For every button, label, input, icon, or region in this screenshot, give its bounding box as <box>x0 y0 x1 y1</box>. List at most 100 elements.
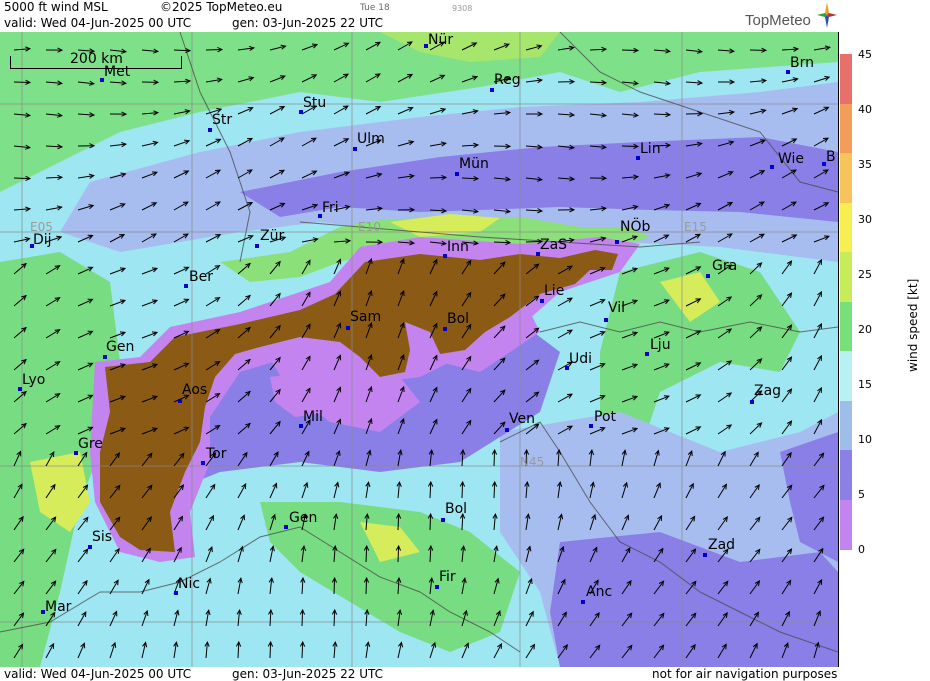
city-marker <box>770 165 774 169</box>
map-footer: valid: Wed 04-Jun-2025 00 UTC gen: 03-Ju… <box>0 667 930 681</box>
compass-rose-icon <box>817 2 837 28</box>
wind-arrow <box>493 481 496 499</box>
legend-title: wind speed [kt] <box>906 278 920 372</box>
city-label-lju[interactable]: Lju <box>650 337 671 353</box>
city-marker <box>88 545 92 549</box>
wind-arrow <box>205 484 216 499</box>
wind-arrow <box>77 580 88 595</box>
city-marker <box>435 585 439 589</box>
city-label-brn[interactable]: Brn <box>790 55 814 71</box>
wind-map[interactable]: 200 km E05 E10 E15 N45 Nür Met Reg Brn S… <box>0 32 839 667</box>
wind-arrow <box>461 481 464 499</box>
city-marker <box>604 318 608 322</box>
wind-arrow <box>493 449 496 467</box>
city-label-b[interactable]: B <box>826 149 836 165</box>
city-label-str[interactable]: Str <box>212 112 232 128</box>
city-label-dij[interactable]: Dij <box>33 232 52 248</box>
wind-arrow <box>269 641 272 659</box>
wind-arrow <box>333 105 349 115</box>
legend-color-bar <box>840 54 852 550</box>
city-label-mil[interactable]: Mil <box>303 409 323 425</box>
city-label-pot[interactable]: Pot <box>594 409 616 425</box>
wind-arrow <box>493 241 511 244</box>
city-label-lin[interactable]: Lin <box>640 141 661 157</box>
wind-arrow <box>333 577 336 595</box>
wind-arrow <box>269 106 285 115</box>
city-marker <box>645 352 649 356</box>
footer-valid-time: valid: Wed 04-Jun-2025 00 UTC <box>4 667 192 681</box>
wind-arrow <box>717 392 732 403</box>
footer-generated-time: gen: 03-Jun-2025 22 UTC <box>232 667 384 681</box>
city-label-fir[interactable]: Fir <box>439 569 456 585</box>
city-marker <box>255 244 259 248</box>
city-marker <box>706 274 710 278</box>
city-label-nur[interactable]: Nür <box>428 32 453 48</box>
city-label-gre[interactable]: Gre <box>78 436 103 452</box>
city-label-tor[interactable]: Tor <box>206 446 227 462</box>
city-marker <box>284 525 288 529</box>
city-label-met[interactable]: Met <box>104 64 130 80</box>
wind-arrow <box>557 393 573 403</box>
copyright-text: ©2025 TopMeteo.eu <box>160 0 283 14</box>
city-marker <box>346 326 350 330</box>
wind-arrow <box>397 513 400 531</box>
wind-arrow <box>429 481 432 499</box>
city-label-ber[interactable]: Ber <box>189 269 213 285</box>
city-label-lie[interactable]: Lie <box>544 283 564 299</box>
city-label-aos[interactable]: Aos <box>182 382 207 398</box>
city-label-nob[interactable]: NÖb <box>620 219 650 235</box>
city-marker <box>184 284 188 288</box>
city-label-zas[interactable]: ZaS <box>540 237 567 253</box>
city-label-gra[interactable]: Gra <box>712 258 737 274</box>
city-label-zur[interactable]: Zür <box>260 228 284 244</box>
city-label-vil[interactable]: Vil <box>608 300 625 316</box>
city-label-sis[interactable]: Sis <box>92 529 112 545</box>
wind-arrow <box>397 545 400 563</box>
city-label-bol-south[interactable]: Bol <box>445 501 467 517</box>
wind-arrow <box>781 388 792 403</box>
city-label-udi[interactable]: Udi <box>569 351 592 367</box>
wind-arrow <box>237 641 240 659</box>
legend-tick-label: 35 <box>858 158 872 171</box>
city-marker <box>208 128 212 132</box>
city-marker <box>490 88 494 92</box>
legend-tick-label: 10 <box>858 433 872 446</box>
city-label-ven[interactable]: Ven <box>509 411 535 427</box>
legend-color-segment <box>840 400 852 451</box>
city-label-ulm[interactable]: Ulm <box>357 131 385 147</box>
wind-arrow <box>365 106 381 115</box>
wind-arrow <box>77 517 89 531</box>
city-marker <box>455 172 459 176</box>
wind-arrow <box>333 609 336 627</box>
city-marker <box>505 428 509 432</box>
generated-time: gen: 03-Jun-2025 22 UTC <box>232 16 384 30</box>
city-marker <box>615 240 619 244</box>
wind-arrow <box>461 177 479 180</box>
city-label-bol-north[interactable]: Bol <box>447 311 469 327</box>
city-label-zad[interactable]: Zad <box>708 537 735 553</box>
city-label-nic[interactable]: Nic <box>178 576 200 592</box>
wind-arrow <box>173 49 191 52</box>
product-title: 5000 ft wind MSL <box>4 0 108 14</box>
legend-color-segment <box>840 153 852 203</box>
city-label-zag[interactable]: Zag <box>754 383 781 399</box>
city-label-mar[interactable]: Mar <box>45 599 71 615</box>
city-label-reg[interactable]: Reg <box>494 72 521 88</box>
city-label-fri[interactable]: Fri <box>322 200 339 216</box>
city-label-gen-south[interactable]: Gen <box>289 510 317 526</box>
city-label-lyo[interactable]: Lyo <box>22 372 45 388</box>
city-label-sam[interactable]: Sam <box>350 309 381 325</box>
city-label-anc[interactable]: Anc <box>586 584 612 600</box>
legend-tick-label: 30 <box>858 213 872 226</box>
city-label-mun[interactable]: Mün <box>459 156 489 172</box>
city-label-wie[interactable]: Wie <box>778 151 804 167</box>
city-label-gen-west[interactable]: Gen <box>106 339 134 355</box>
wind-arrow <box>557 297 573 307</box>
legend-color-segment <box>840 54 852 104</box>
city-label-stu[interactable]: Stu <box>303 95 326 111</box>
city-label-inn[interactable]: Inn <box>447 239 469 255</box>
disclaimer-text: not for air navigation purposes <box>652 667 838 681</box>
grid-label-e15: E15 <box>684 220 707 234</box>
legend-tick-label: 0 <box>858 543 865 556</box>
wind-arrow <box>781 260 792 275</box>
